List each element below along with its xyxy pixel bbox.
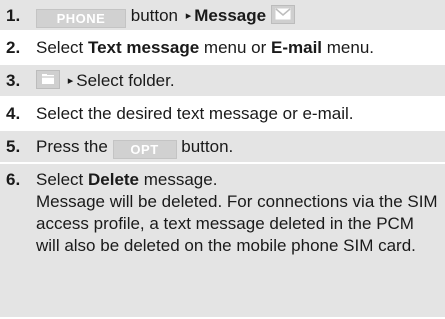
step-text-pre: Select <box>36 38 88 57</box>
step-text: ▸ Select folder. <box>36 70 441 92</box>
step-1: 1. PHONE button ▸ Message <box>0 0 445 32</box>
opt-key: OPT <box>112 140 177 159</box>
delete-label: Delete <box>87 170 140 189</box>
step-text-pre: Select <box>36 170 88 189</box>
step-text-post: menu. <box>322 38 375 57</box>
step-text: Press the OPT button. <box>36 136 441 159</box>
step-text: PHONE button ▸ Message <box>36 5 441 28</box>
step-number: 2. <box>6 38 21 57</box>
step-text: Select Delete message. Message will be d… <box>36 169 441 257</box>
menu-name: Message <box>194 6 267 25</box>
step-text-pre: Press the <box>36 137 113 156</box>
folder-icon <box>36 70 60 89</box>
email-label: E-mail <box>271 38 323 57</box>
step-text-mid: menu or <box>199 38 271 57</box>
select-folder-text: Select folder. <box>76 71 175 90</box>
instruction-steps: 1. PHONE button ▸ Message 2. Select Text … <box>0 0 445 319</box>
folder-glyph <box>42 74 54 84</box>
step-number: 6. <box>6 170 21 189</box>
arrow-right-icon: ▸ <box>67 75 74 87</box>
step-5: 5. Press the OPT button. <box>0 131 445 164</box>
step-6: 6. Select Delete message. Message will b… <box>0 164 445 319</box>
step-text: Select Text message menu or E-mail menu. <box>36 37 441 59</box>
envelope-glyph <box>275 8 291 20</box>
button-word: button <box>130 6 178 25</box>
step-text: Select the desired text message or e-mai… <box>36 104 354 123</box>
step-4: 4. Select the desired text message or e-… <box>0 98 445 131</box>
phone-key: PHONE <box>36 9 126 28</box>
step-number: 1. <box>6 6 21 25</box>
step-number: 4. <box>6 104 21 123</box>
arrow-right-icon: ▸ <box>185 10 192 22</box>
text-message-label: Text message <box>87 38 200 57</box>
envelope-icon <box>270 5 295 24</box>
step-3: 3. ▸ Select folder. <box>0 65 445 98</box>
step-number: 3. <box>6 71 21 90</box>
step-instruction: Select Delete message. <box>36 169 441 191</box>
step-note: Message will be deleted. For connections… <box>36 192 438 255</box>
step-number: 5. <box>6 137 21 156</box>
step-text-post: message. <box>139 170 218 189</box>
step-2: 2. Select Text message menu or E-mail me… <box>0 32 445 65</box>
step-text-post: button. <box>176 137 234 156</box>
